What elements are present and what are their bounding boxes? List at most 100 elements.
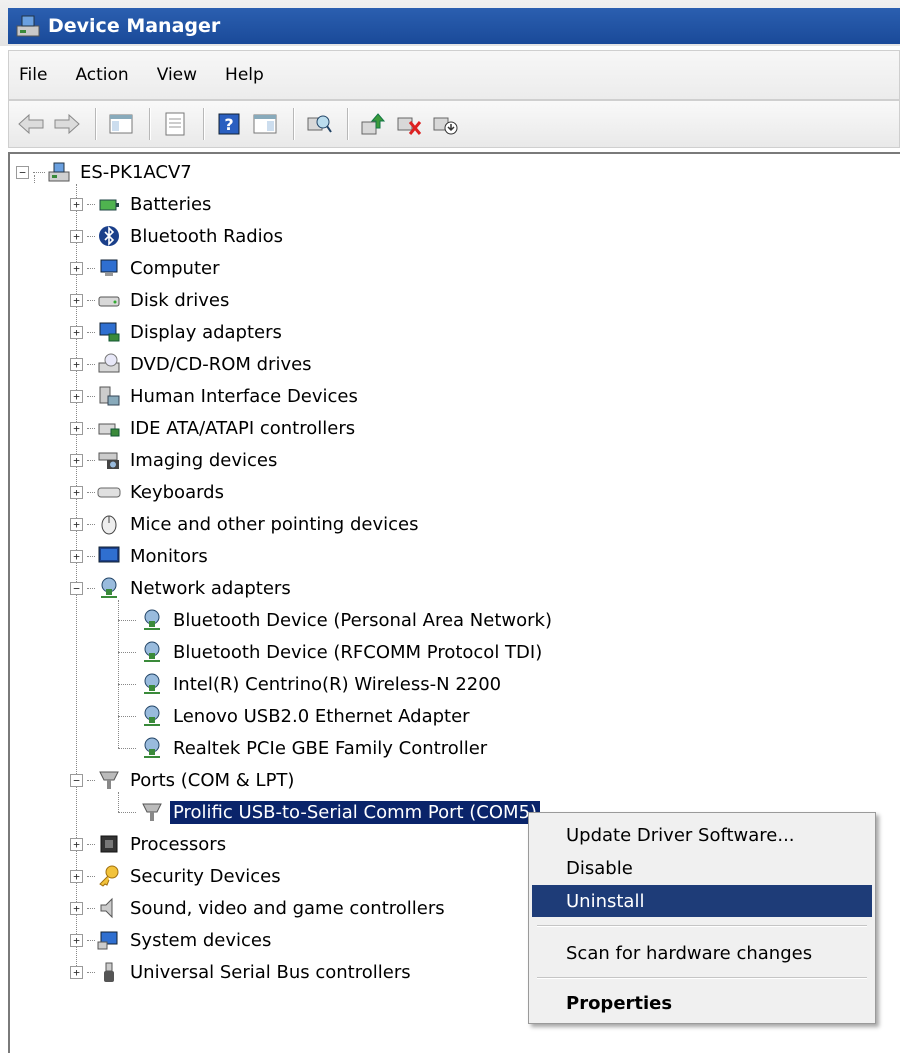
expand-icon[interactable]: + (70, 421, 83, 435)
tree-category[interactable]: − Ports (COM & LPT) (70, 766, 297, 794)
tree-category-label: Network adapters (130, 577, 291, 599)
expand-icon[interactable]: + (70, 357, 83, 371)
expand-icon[interactable]: + (70, 901, 83, 915)
show-hide-console-tree-icon[interactable] (105, 108, 137, 140)
properties-icon[interactable] (159, 108, 191, 140)
tree-device-label: Lenovo USB2.0 Ethernet Adapter (173, 705, 470, 727)
tree-category-label: Universal Serial Bus controllers (130, 961, 411, 983)
port-icon (99, 771, 119, 789)
tree-device-selected[interactable]: Prolific USB-to-Serial Comm Port (COM5) (118, 798, 541, 826)
dvd-drive-icon (98, 353, 120, 373)
menu-help[interactable]: Help (211, 65, 278, 85)
menu-view[interactable]: View (143, 65, 211, 85)
uninstall-device-icon[interactable] (393, 108, 425, 140)
tree-category[interactable]: + Display adapters (70, 318, 285, 346)
tree-category[interactable]: + Processors (70, 830, 229, 858)
tree-category[interactable]: + Disk drives (70, 286, 232, 314)
tree-category[interactable]: − Network adapters (70, 574, 294, 602)
expand-icon[interactable]: + (70, 453, 83, 467)
expand-icon[interactable]: + (70, 549, 83, 563)
tree-line (118, 683, 136, 685)
toolbar-separator (347, 108, 349, 140)
tree-category[interactable]: + Human Interface Devices (70, 382, 361, 410)
tree-category-label: DVD/CD-ROM drives (130, 353, 312, 375)
tree-category-label: System devices (130, 929, 272, 951)
menu-properties[interactable]: Properties (532, 987, 872, 1019)
tree-device-label: Realtek PCIe GBE Family Controller (173, 737, 488, 759)
tree-category[interactable]: + Bluetooth Radios (70, 222, 286, 250)
expand-icon[interactable]: + (70, 837, 83, 851)
network-adapter-icon (144, 641, 160, 662)
expand-icon[interactable]: + (70, 485, 83, 499)
tree-category-label: Display adapters (130, 321, 282, 343)
tree-category[interactable]: + Monitors (70, 542, 211, 570)
scan-hardware-icon[interactable] (303, 108, 335, 140)
tree-category[interactable]: + Computer (70, 254, 222, 282)
help-icon[interactable]: ? (213, 108, 245, 140)
tree-category[interactable]: + Mice and other pointing devices (70, 510, 421, 538)
tree-category[interactable]: + Keyboards (70, 478, 227, 506)
toolbar-separator (293, 108, 295, 140)
tree-root[interactable]: − ES-PK1ACV7 (16, 158, 195, 186)
tree-line (118, 619, 136, 621)
expand-icon[interactable]: + (70, 293, 83, 307)
ide-controller-icon (98, 423, 120, 437)
context-menu: Update Driver Software... Disable Uninst… (528, 812, 876, 1024)
tree-category-label: IDE ATA/ATAPI controllers (130, 417, 356, 439)
tree-category[interactable]: + DVD/CD-ROM drives (70, 350, 315, 378)
tree-line (87, 363, 95, 365)
tree-device[interactable]: Bluetooth Device (RFCOMM Protocol TDI) (118, 638, 545, 666)
collapse-icon[interactable]: − (16, 165, 29, 179)
tree-device[interactable]: Intel(R) Centrino(R) Wireless-N 2200 (118, 670, 504, 698)
update-driver-icon[interactable] (357, 108, 389, 140)
expand-icon[interactable]: + (70, 325, 83, 339)
expand-icon[interactable]: + (70, 933, 83, 947)
toolbar-separator (95, 108, 97, 140)
expand-icon[interactable]: + (70, 389, 83, 403)
expand-icon[interactable]: + (70, 197, 83, 211)
menu-disable[interactable]: Disable (532, 852, 872, 884)
collapse-icon[interactable]: − (70, 581, 83, 595)
tree-category[interactable]: + System devices (70, 926, 274, 954)
expand-icon[interactable]: + (70, 261, 83, 275)
menu-uninstall[interactable]: Uninstall (532, 885, 872, 917)
tree-device[interactable]: Realtek PCIe GBE Family Controller (118, 734, 490, 762)
disable-device-icon[interactable] (429, 108, 461, 140)
tree-category[interactable]: + IDE ATA/ATAPI controllers (70, 414, 358, 442)
tree-line (87, 491, 95, 493)
key-icon (99, 865, 119, 887)
tree-device[interactable]: Lenovo USB2.0 Ethernet Adapter (118, 702, 473, 730)
expand-icon[interactable]: + (70, 517, 83, 531)
tree-device[interactable]: Bluetooth Device (Personal Area Network) (118, 606, 555, 634)
tree-category[interactable]: + Batteries (70, 190, 214, 218)
tree-line (87, 779, 95, 781)
computer-icon (100, 259, 118, 276)
menu-update-driver[interactable]: Update Driver Software... (532, 819, 872, 851)
menu-bar: File Action View Help (8, 50, 900, 100)
collapse-icon[interactable]: − (70, 773, 83, 787)
forward-icon[interactable] (51, 108, 83, 140)
menu-action[interactable]: Action (61, 65, 142, 85)
tree-category[interactable]: + Security Devices (70, 862, 284, 890)
menu-separator (537, 925, 867, 927)
expand-icon[interactable]: + (70, 965, 83, 979)
processor-icon (100, 835, 118, 853)
tree-category[interactable]: + Imaging devices (70, 446, 280, 474)
tree-category[interactable]: + Universal Serial Bus controllers (70, 958, 414, 986)
tree-category[interactable]: + Sound, video and game controllers (70, 894, 448, 922)
bluetooth-icon (99, 226, 119, 246)
tree-line (87, 299, 95, 301)
tree-line (87, 331, 95, 333)
tree-device-label: Intel(R) Centrino(R) Wireless-N 2200 (173, 673, 502, 695)
expand-icon[interactable]: + (70, 229, 83, 243)
show-action-pane-icon[interactable] (249, 108, 281, 140)
menu-file[interactable]: File (9, 65, 61, 85)
menu-scan-hardware[interactable]: Scan for hardware changes (532, 937, 872, 969)
title-bar: Device Manager (0, 0, 900, 46)
expand-icon[interactable]: + (70, 869, 83, 883)
title-bar-inner[interactable]: Device Manager (8, 8, 900, 44)
network-adapter-icon (144, 609, 160, 630)
back-icon[interactable] (15, 108, 47, 140)
tree-line (87, 395, 95, 397)
usb-icon (104, 962, 114, 982)
